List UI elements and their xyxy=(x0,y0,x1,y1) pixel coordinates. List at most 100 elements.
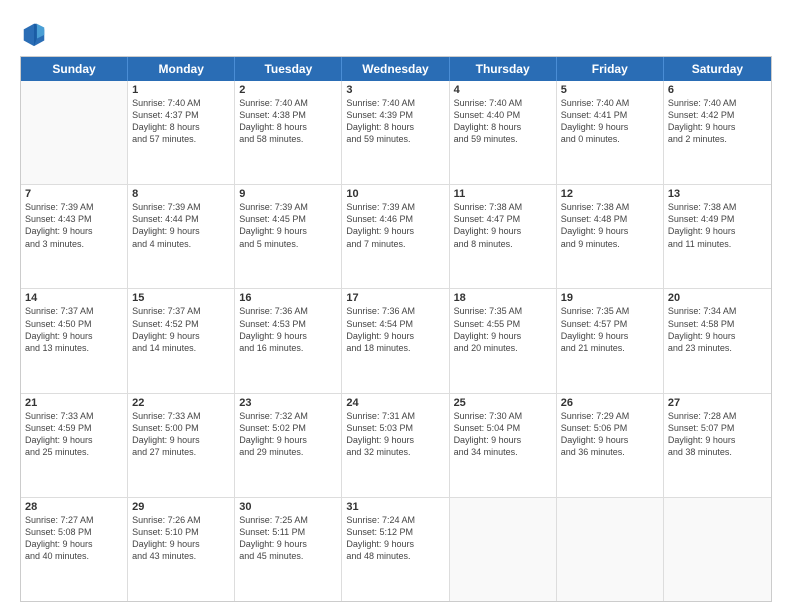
calendar-cell: 27Sunrise: 7:28 AM Sunset: 5:07 PM Dayli… xyxy=(664,394,771,497)
day-number: 12 xyxy=(561,188,659,200)
day-number: 20 xyxy=(668,292,767,304)
calendar-cell: 13Sunrise: 7:38 AM Sunset: 4:49 PM Dayli… xyxy=(664,185,771,288)
calendar-week-row: 1Sunrise: 7:40 AM Sunset: 4:37 PM Daylig… xyxy=(21,81,771,185)
day-info: Sunrise: 7:34 AM Sunset: 4:58 PM Dayligh… xyxy=(668,305,767,354)
calendar-cell: 1Sunrise: 7:40 AM Sunset: 4:37 PM Daylig… xyxy=(128,81,235,184)
calendar-cell: 26Sunrise: 7:29 AM Sunset: 5:06 PM Dayli… xyxy=(557,394,664,497)
day-info: Sunrise: 7:31 AM Sunset: 5:03 PM Dayligh… xyxy=(346,410,444,459)
day-number: 21 xyxy=(25,397,123,409)
calendar-cell: 16Sunrise: 7:36 AM Sunset: 4:53 PM Dayli… xyxy=(235,289,342,392)
day-info: Sunrise: 7:27 AM Sunset: 5:08 PM Dayligh… xyxy=(25,514,123,563)
calendar-cell: 24Sunrise: 7:31 AM Sunset: 5:03 PM Dayli… xyxy=(342,394,449,497)
calendar-cell xyxy=(664,498,771,601)
calendar-cell: 2Sunrise: 7:40 AM Sunset: 4:38 PM Daylig… xyxy=(235,81,342,184)
calendar-day-header: Saturday xyxy=(664,57,771,81)
day-info: Sunrise: 7:33 AM Sunset: 4:59 PM Dayligh… xyxy=(25,410,123,459)
calendar-cell: 22Sunrise: 7:33 AM Sunset: 5:00 PM Dayli… xyxy=(128,394,235,497)
calendar-day-header: Monday xyxy=(128,57,235,81)
calendar-cell: 14Sunrise: 7:37 AM Sunset: 4:50 PM Dayli… xyxy=(21,289,128,392)
day-number: 19 xyxy=(561,292,659,304)
day-number: 15 xyxy=(132,292,230,304)
day-info: Sunrise: 7:40 AM Sunset: 4:42 PM Dayligh… xyxy=(668,97,767,146)
calendar-cell xyxy=(450,498,557,601)
calendar-cell: 19Sunrise: 7:35 AM Sunset: 4:57 PM Dayli… xyxy=(557,289,664,392)
day-number: 8 xyxy=(132,188,230,200)
calendar-day-header: Wednesday xyxy=(342,57,449,81)
day-info: Sunrise: 7:36 AM Sunset: 4:53 PM Dayligh… xyxy=(239,305,337,354)
day-number: 2 xyxy=(239,84,337,96)
day-info: Sunrise: 7:40 AM Sunset: 4:41 PM Dayligh… xyxy=(561,97,659,146)
header xyxy=(20,16,772,48)
day-number: 11 xyxy=(454,188,552,200)
calendar-header: SundayMondayTuesdayWednesdayThursdayFrid… xyxy=(21,57,771,81)
calendar-cell: 9Sunrise: 7:39 AM Sunset: 4:45 PM Daylig… xyxy=(235,185,342,288)
day-info: Sunrise: 7:37 AM Sunset: 4:50 PM Dayligh… xyxy=(25,305,123,354)
calendar-cell: 8Sunrise: 7:39 AM Sunset: 4:44 PM Daylig… xyxy=(128,185,235,288)
calendar-cell: 4Sunrise: 7:40 AM Sunset: 4:40 PM Daylig… xyxy=(450,81,557,184)
calendar-cell: 25Sunrise: 7:30 AM Sunset: 5:04 PM Dayli… xyxy=(450,394,557,497)
day-info: Sunrise: 7:33 AM Sunset: 5:00 PM Dayligh… xyxy=(132,410,230,459)
day-info: Sunrise: 7:40 AM Sunset: 4:39 PM Dayligh… xyxy=(346,97,444,146)
calendar-cell: 23Sunrise: 7:32 AM Sunset: 5:02 PM Dayli… xyxy=(235,394,342,497)
day-number: 7 xyxy=(25,188,123,200)
calendar-cell: 30Sunrise: 7:25 AM Sunset: 5:11 PM Dayli… xyxy=(235,498,342,601)
day-number: 29 xyxy=(132,501,230,513)
calendar-cell: 11Sunrise: 7:38 AM Sunset: 4:47 PM Dayli… xyxy=(450,185,557,288)
day-number: 31 xyxy=(346,501,444,513)
day-number: 27 xyxy=(668,397,767,409)
calendar-body: 1Sunrise: 7:40 AM Sunset: 4:37 PM Daylig… xyxy=(21,81,771,601)
calendar-cell xyxy=(21,81,128,184)
day-number: 16 xyxy=(239,292,337,304)
day-info: Sunrise: 7:28 AM Sunset: 5:07 PM Dayligh… xyxy=(668,410,767,459)
day-number: 13 xyxy=(668,188,767,200)
day-number: 4 xyxy=(454,84,552,96)
calendar-week-row: 28Sunrise: 7:27 AM Sunset: 5:08 PM Dayli… xyxy=(21,498,771,601)
day-info: Sunrise: 7:38 AM Sunset: 4:49 PM Dayligh… xyxy=(668,201,767,250)
day-number: 5 xyxy=(561,84,659,96)
day-info: Sunrise: 7:40 AM Sunset: 4:38 PM Dayligh… xyxy=(239,97,337,146)
day-number: 10 xyxy=(346,188,444,200)
logo xyxy=(20,20,52,48)
calendar-cell: 6Sunrise: 7:40 AM Sunset: 4:42 PM Daylig… xyxy=(664,81,771,184)
day-info: Sunrise: 7:32 AM Sunset: 5:02 PM Dayligh… xyxy=(239,410,337,459)
day-info: Sunrise: 7:26 AM Sunset: 5:10 PM Dayligh… xyxy=(132,514,230,563)
day-number: 30 xyxy=(239,501,337,513)
day-info: Sunrise: 7:40 AM Sunset: 4:40 PM Dayligh… xyxy=(454,97,552,146)
calendar-cell: 10Sunrise: 7:39 AM Sunset: 4:46 PM Dayli… xyxy=(342,185,449,288)
calendar-week-row: 7Sunrise: 7:39 AM Sunset: 4:43 PM Daylig… xyxy=(21,185,771,289)
calendar-cell: 21Sunrise: 7:33 AM Sunset: 4:59 PM Dayli… xyxy=(21,394,128,497)
calendar-cell: 31Sunrise: 7:24 AM Sunset: 5:12 PM Dayli… xyxy=(342,498,449,601)
day-number: 26 xyxy=(561,397,659,409)
day-number: 9 xyxy=(239,188,337,200)
day-number: 18 xyxy=(454,292,552,304)
day-info: Sunrise: 7:25 AM Sunset: 5:11 PM Dayligh… xyxy=(239,514,337,563)
calendar-cell: 5Sunrise: 7:40 AM Sunset: 4:41 PM Daylig… xyxy=(557,81,664,184)
calendar-cell: 28Sunrise: 7:27 AM Sunset: 5:08 PM Dayli… xyxy=(21,498,128,601)
day-number: 14 xyxy=(25,292,123,304)
calendar-day-header: Thursday xyxy=(450,57,557,81)
logo-icon xyxy=(20,20,48,48)
calendar-week-row: 21Sunrise: 7:33 AM Sunset: 4:59 PM Dayli… xyxy=(21,394,771,498)
calendar: SundayMondayTuesdayWednesdayThursdayFrid… xyxy=(20,56,772,602)
day-number: 3 xyxy=(346,84,444,96)
day-info: Sunrise: 7:37 AM Sunset: 4:52 PM Dayligh… xyxy=(132,305,230,354)
day-info: Sunrise: 7:24 AM Sunset: 5:12 PM Dayligh… xyxy=(346,514,444,563)
day-info: Sunrise: 7:39 AM Sunset: 4:44 PM Dayligh… xyxy=(132,201,230,250)
calendar-cell: 12Sunrise: 7:38 AM Sunset: 4:48 PM Dayli… xyxy=(557,185,664,288)
day-number: 25 xyxy=(454,397,552,409)
day-number: 24 xyxy=(346,397,444,409)
day-info: Sunrise: 7:38 AM Sunset: 4:47 PM Dayligh… xyxy=(454,201,552,250)
day-info: Sunrise: 7:35 AM Sunset: 4:55 PM Dayligh… xyxy=(454,305,552,354)
calendar-cell: 20Sunrise: 7:34 AM Sunset: 4:58 PM Dayli… xyxy=(664,289,771,392)
calendar-cell: 7Sunrise: 7:39 AM Sunset: 4:43 PM Daylig… xyxy=(21,185,128,288)
day-number: 1 xyxy=(132,84,230,96)
calendar-cell: 15Sunrise: 7:37 AM Sunset: 4:52 PM Dayli… xyxy=(128,289,235,392)
calendar-cell xyxy=(557,498,664,601)
day-info: Sunrise: 7:39 AM Sunset: 4:43 PM Dayligh… xyxy=(25,201,123,250)
day-info: Sunrise: 7:39 AM Sunset: 4:45 PM Dayligh… xyxy=(239,201,337,250)
day-number: 17 xyxy=(346,292,444,304)
day-info: Sunrise: 7:30 AM Sunset: 5:04 PM Dayligh… xyxy=(454,410,552,459)
calendar-cell: 3Sunrise: 7:40 AM Sunset: 4:39 PM Daylig… xyxy=(342,81,449,184)
calendar-day-header: Sunday xyxy=(21,57,128,81)
day-info: Sunrise: 7:29 AM Sunset: 5:06 PM Dayligh… xyxy=(561,410,659,459)
